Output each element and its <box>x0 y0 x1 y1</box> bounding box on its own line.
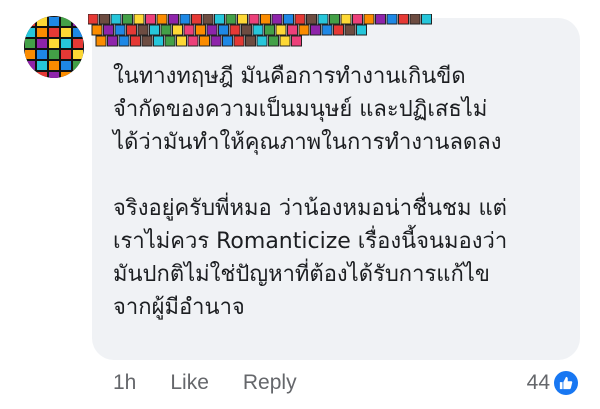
comment-line: มันปกติไม่ใช่ปัญหาที่ต้องได้รับการแก้ไข <box>113 262 490 287</box>
comment-line: ในทางทฤษฎี มันคือการทำงานเกินขีด <box>113 64 466 89</box>
timestamp[interactable]: 1h <box>113 371 136 395</box>
avatar[interactable] <box>24 16 84 78</box>
comment-line: จริงอยู่ครับพี่หมอ ว่าน้องหมอน่าชื่นชม แ… <box>113 196 507 221</box>
comment-line: เราไม่ควร Romanticize เรื่องนี้จนมองว่า <box>113 229 508 254</box>
thumbs-up-icon <box>554 371 578 395</box>
reaction-summary[interactable]: 44 <box>527 368 578 398</box>
reaction-count: 44 <box>526 371 550 394</box>
comment-line: จากผู้มีอำนาจ <box>113 295 245 320</box>
comment-line: ได้ว่ามันทำให้คุณภาพในการทำงานลดลง <box>113 130 502 155</box>
like-button[interactable]: Like <box>170 371 209 395</box>
comment-line: จำกัดของความเป็นมนุษย์ และปฏิเสธไม่ <box>113 97 488 122</box>
redacted-author-name <box>88 14 433 48</box>
comment-paragraph: ในทางทฤษฎี มันคือการทำงานเกินขีด จำกัดขอ… <box>113 60 573 159</box>
comment-body: ในทางทฤษฎี มันคือการทำงานเกินขีด จำกัดขอ… <box>113 60 573 324</box>
comment-paragraph: จริงอยู่ครับพี่หมอ ว่าน้องหมอน่าชื่นชม แ… <box>113 192 573 324</box>
reply-button[interactable]: Reply <box>243 371 297 395</box>
comment-actions: 1h Like Reply <box>113 368 297 398</box>
